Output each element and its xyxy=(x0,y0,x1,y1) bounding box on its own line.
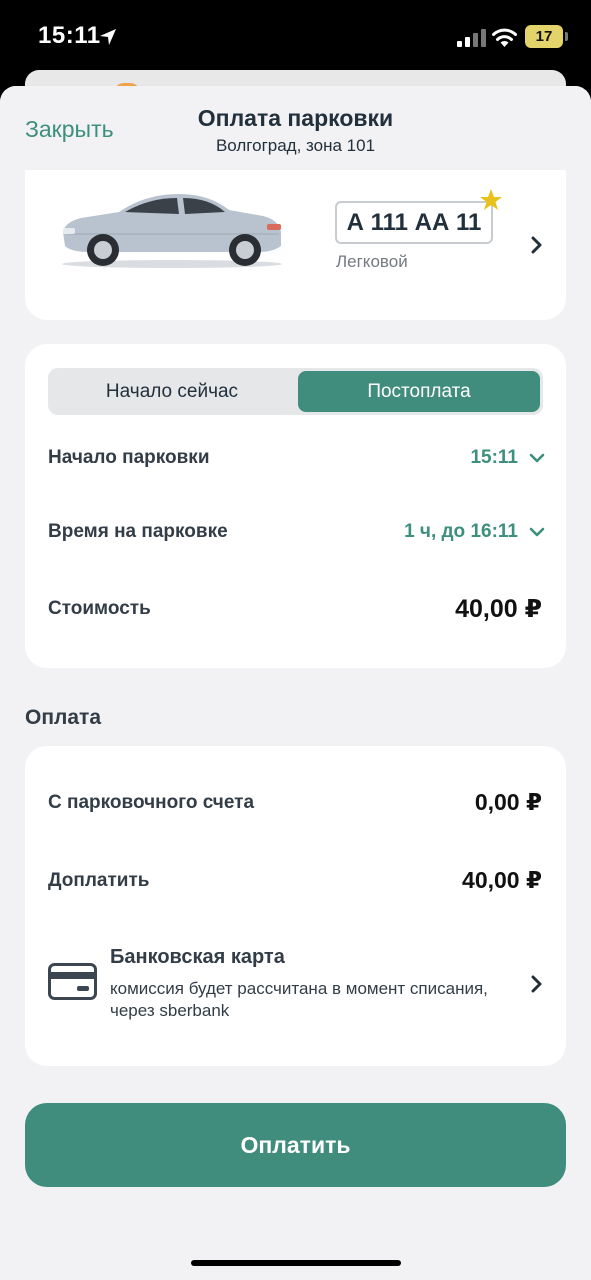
battery-tip xyxy=(565,32,568,41)
page-subtitle: Волгоград, зона 101 xyxy=(215,136,376,155)
license-plate: А 111 АА 11 xyxy=(335,201,493,244)
wifi-icon xyxy=(492,28,517,47)
tab-postpay[interactable]: Постоплата xyxy=(298,371,540,412)
payment-method-description: комиссия будет рассчитана в момент списа… xyxy=(110,979,488,1020)
start-label: Начало парковки xyxy=(48,447,210,468)
account-value: 0,00 ₽ xyxy=(474,789,542,815)
payment-method-title[interactable]: Банковская карта xyxy=(110,946,285,969)
chevron-down-icon[interactable] xyxy=(529,453,545,464)
payment-mode-switch: Начало сейчас Постоплата xyxy=(48,368,543,415)
home-indicator xyxy=(191,1260,401,1266)
payment-card: С парковочного счета 0,00 ₽ Доплатить 40… xyxy=(25,746,566,1066)
chevron-down-icon[interactable] xyxy=(529,527,545,538)
chevron-right-icon[interactable] xyxy=(531,236,543,254)
topup-value: 40,00 ₽ xyxy=(462,867,542,893)
cost-label: Стоимость xyxy=(48,598,151,619)
sheet-header: Закрыть Оплата парковки Волгоград, зона … xyxy=(0,86,591,170)
status-bar: 15:11 17 xyxy=(0,0,591,80)
pay-button[interactable]: Оплатить xyxy=(25,1103,566,1187)
location-arrow-icon xyxy=(100,29,116,45)
account-label: С парковочного счета xyxy=(48,792,255,813)
topup-label: Доплатить xyxy=(48,870,150,891)
status-time: 15:11 xyxy=(38,22,101,49)
vehicle-type: Легковой xyxy=(336,252,408,271)
duration-picker[interactable]: 1 ч, до 16:11 xyxy=(404,521,518,543)
parking-details-card: Начало сейчас Постоплата Начало парковки… xyxy=(25,344,566,668)
battery-level: 17 xyxy=(535,28,553,45)
chevron-right-icon[interactable] xyxy=(531,975,543,993)
vehicle-card[interactable]: А 111 АА 11 Легковой xyxy=(25,148,566,320)
payment-section-title: Оплата xyxy=(25,706,102,729)
duration-label: Время на парковке xyxy=(48,521,228,542)
favorite-star-icon xyxy=(480,189,502,210)
page-title: Оплата парковки xyxy=(197,105,394,131)
cost-value: 40,00 ₽ xyxy=(455,595,542,623)
bank-card-icon xyxy=(48,963,97,1000)
tab-start-now[interactable]: Начало сейчас xyxy=(51,371,293,412)
cell-signal-icon xyxy=(457,29,486,47)
start-time-picker[interactable]: 15:11 xyxy=(470,447,518,469)
car-image xyxy=(62,194,282,268)
battery-icon: 17 xyxy=(525,25,563,48)
payment-sheet: А 111 АА 11 Легковой Закрыть Оплата парк… xyxy=(0,86,591,1280)
